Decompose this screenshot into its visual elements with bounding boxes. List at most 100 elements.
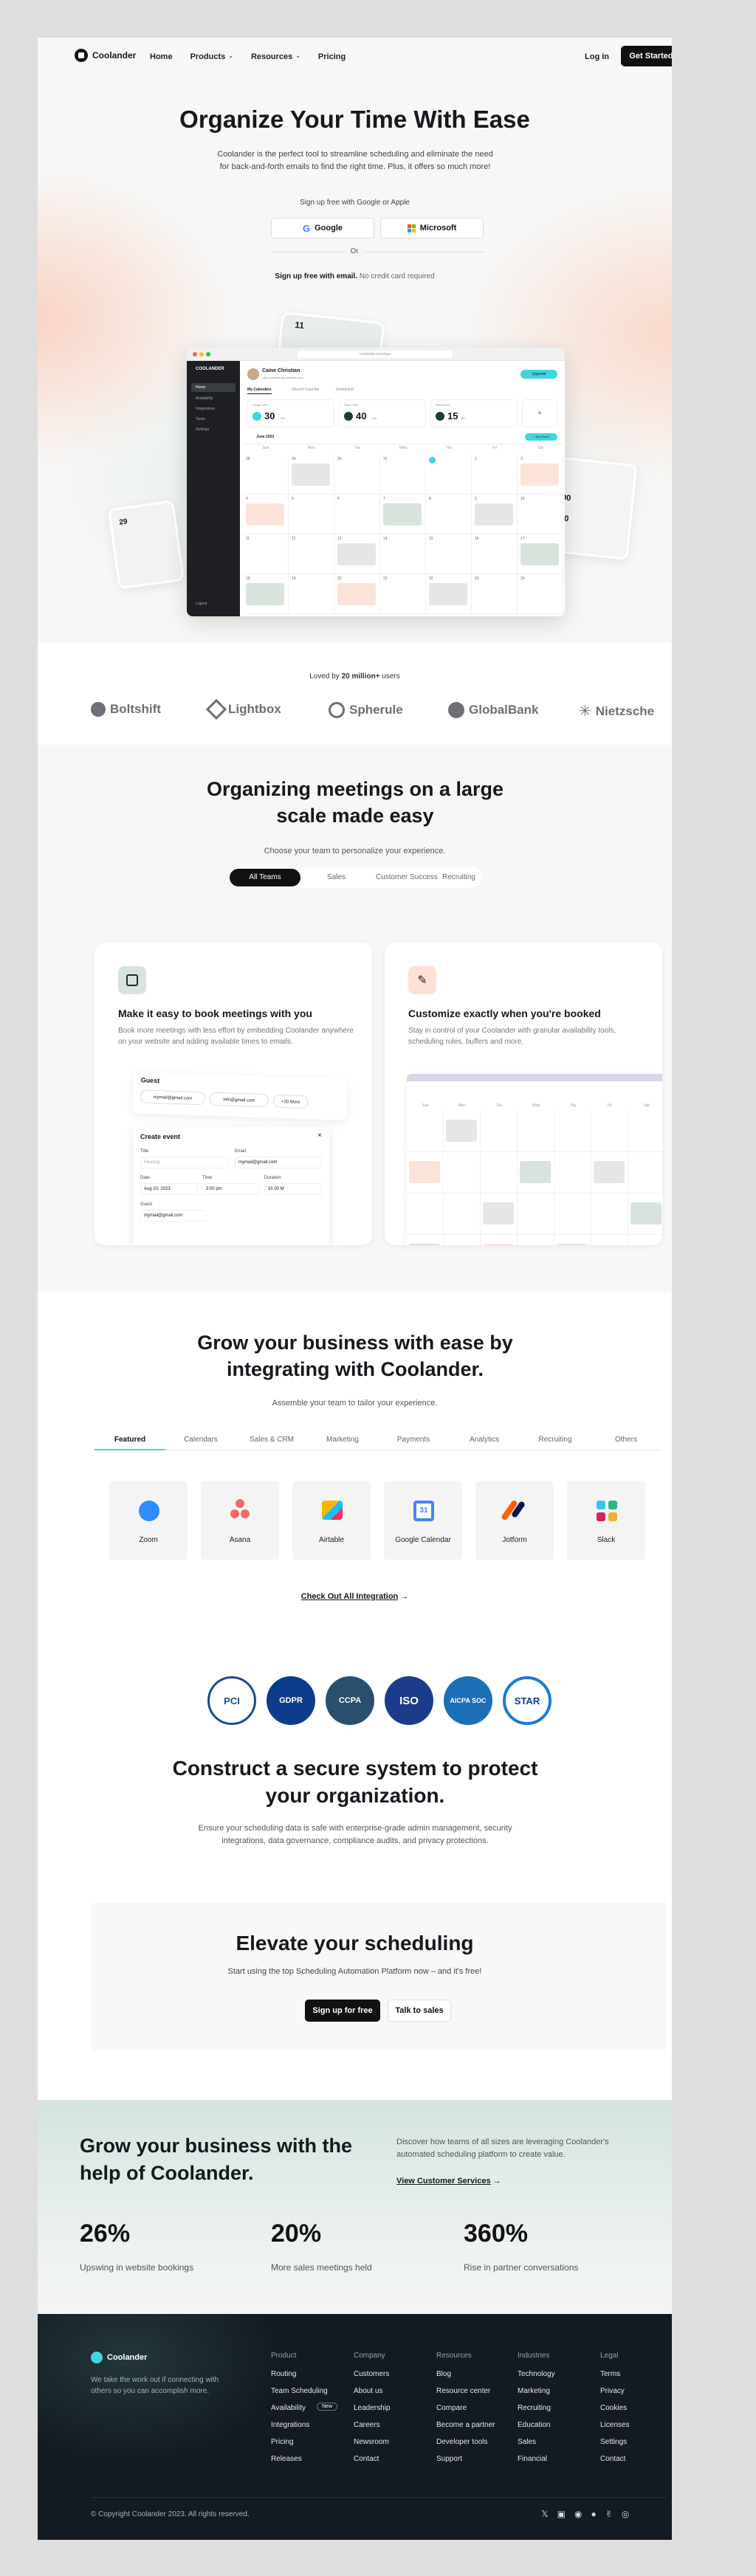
tab-analytics[interactable]: Analytics xyxy=(449,1436,520,1444)
footer-link[interactable]: Recruiting xyxy=(518,2404,551,2412)
duration-field[interactable]: 1h 00 M xyxy=(264,1183,322,1195)
login-link[interactable]: Log in xyxy=(585,52,609,61)
calendar-cell[interactable] xyxy=(481,1152,518,1194)
integration-zoom[interactable]: Zoom xyxy=(109,1481,188,1560)
calendar-cell[interactable] xyxy=(407,1111,444,1152)
calendar-event[interactable] xyxy=(429,583,467,605)
calendar-cell[interactable] xyxy=(518,1111,554,1152)
integration-google-calendar[interactable]: 31 Google Calendar xyxy=(384,1481,462,1560)
url-bar[interactable]: coolander.com/app xyxy=(298,351,453,358)
nav-products-link[interactable]: Products xyxy=(190,52,226,61)
calendar-cell[interactable]: 23 xyxy=(472,574,518,614)
microsoft-signup-button[interactable]: Microsoft xyxy=(380,218,484,238)
sidebar-item-tasks[interactable]: Tasks xyxy=(196,417,205,421)
footer-link[interactable]: Resource center xyxy=(436,2387,490,2395)
calendar-cell[interactable]: 13 xyxy=(334,534,380,574)
tab-sales-crm[interactable]: Sales & CRM xyxy=(236,1436,307,1444)
sidebar-item-availability[interactable]: Availability xyxy=(196,396,213,401)
calendar-cell[interactable] xyxy=(554,1194,591,1235)
calendar-cell[interactable] xyxy=(481,1111,518,1152)
calendar-cell[interactable]: 22 xyxy=(426,574,472,614)
email-signup-link[interactable]: Sign up free with email. xyxy=(275,272,357,280)
calendar-event[interactable] xyxy=(483,1202,514,1225)
tab-calendars[interactable]: Calendars xyxy=(165,1436,236,1444)
calendar-cell[interactable]: 12 xyxy=(289,534,334,574)
calendar-event[interactable] xyxy=(246,503,284,526)
tab-shared-calendar[interactable]: Shared Calendar xyxy=(292,388,320,392)
footer-link[interactable]: Terms xyxy=(600,2370,620,2378)
footer-brand[interactable]: Coolander xyxy=(91,2352,147,2363)
footer-link[interactable]: Pricing xyxy=(271,2438,294,2446)
nav-resources-link[interactable]: Resources xyxy=(251,52,292,61)
calendar-cell[interactable]: 19 xyxy=(289,574,334,614)
date-field[interactable]: Aug 20, 2023 xyxy=(140,1183,198,1195)
sidebar-item-integrations[interactable]: Integrations xyxy=(196,407,215,411)
footer-link[interactable]: Marketing xyxy=(518,2387,550,2395)
calendar-event[interactable] xyxy=(446,1120,477,1142)
tab-my-calendars[interactable]: My Calendars xyxy=(247,388,272,394)
footer-link[interactable]: Integrations xyxy=(271,2421,309,2429)
google-signup-button[interactable]: G Google xyxy=(271,218,374,238)
calendar-cell[interactable]: 3 xyxy=(518,455,563,495)
calendar-event[interactable] xyxy=(337,543,376,565)
calendar-cell[interactable]: 24 xyxy=(518,574,563,614)
cta-talk-to-sales-button[interactable]: Talk to sales xyxy=(388,2000,451,2022)
time-field[interactable]: 3:00 pm xyxy=(202,1183,260,1195)
close-icon[interactable]: × xyxy=(317,1132,322,1140)
calendar-cell[interactable] xyxy=(628,1111,662,1152)
calendar-cell[interactable] xyxy=(591,1235,628,1245)
footer-link[interactable]: Financial xyxy=(518,2455,547,2463)
add-event-button[interactable]: + Add Event xyxy=(525,433,557,441)
tab-all-teams[interactable]: All Teams xyxy=(230,869,300,886)
calendar-cell[interactable]: 29 xyxy=(289,455,334,495)
calendar-cell[interactable] xyxy=(628,1235,662,1245)
calendar-cell[interactable]: 7 xyxy=(380,495,426,534)
window-min-dot[interactable] xyxy=(199,352,204,357)
calendar-cell[interactable] xyxy=(554,1152,591,1194)
calendar-cell[interactable]: 18 xyxy=(243,574,289,614)
calendar-cell[interactable] xyxy=(407,1235,444,1245)
calendar-event[interactable] xyxy=(409,1161,440,1183)
calendar-cell[interactable]: 11 xyxy=(243,534,289,574)
footer-link[interactable]: Licenses xyxy=(600,2421,629,2429)
calendar-cell[interactable] xyxy=(481,1194,518,1235)
sidebar-item-settings[interactable]: Settings xyxy=(196,427,209,432)
integration-airtable[interactable]: Airtable xyxy=(292,1481,371,1560)
integration-jotform[interactable]: Jotform xyxy=(475,1481,554,1560)
guest-chip[interactable]: mymail@gmail.com xyxy=(140,1089,206,1106)
calendar-cell[interactable] xyxy=(518,1152,554,1194)
brand-logo[interactable]: Coolander xyxy=(75,49,136,62)
calendar-cell[interactable]: 14 xyxy=(380,534,426,574)
window-close-dot[interactable] xyxy=(193,352,197,357)
tab-payments[interactable]: Payments xyxy=(378,1436,449,1444)
calendar-event[interactable] xyxy=(292,464,330,486)
dribbble-icon[interactable]: ◎ xyxy=(622,2509,629,2519)
cta-signup-button[interactable]: Sign up for free xyxy=(305,2000,380,2022)
calendar-cell[interactable] xyxy=(554,1111,591,1152)
calendar-cell[interactable] xyxy=(518,1194,554,1235)
calendar-cell[interactable] xyxy=(444,1194,481,1235)
footer-link[interactable]: Privacy xyxy=(600,2387,625,2395)
calendar-cell[interactable] xyxy=(591,1152,628,1194)
calendar-cell[interactable] xyxy=(444,1235,481,1245)
window-max-dot[interactable] xyxy=(206,352,210,357)
calendar-event[interactable] xyxy=(630,1202,662,1225)
footer-link[interactable]: About us xyxy=(354,2387,382,2395)
footer-link[interactable]: Technology xyxy=(518,2370,555,2378)
footer-link[interactable]: Routing xyxy=(271,2370,296,2378)
footer-link[interactable]: Cookies xyxy=(600,2404,627,2412)
twitter-icon[interactable]: 𝕏 xyxy=(541,2509,549,2519)
calendar-event[interactable] xyxy=(246,583,284,605)
nav-home-link[interactable]: Home xyxy=(150,52,173,61)
calendar-cell[interactable] xyxy=(628,1152,662,1194)
upgrade-button[interactable]: Upgrade xyxy=(520,370,557,379)
footer-link[interactable]: Availability xyxy=(271,2404,306,2412)
calendar-cell[interactable]: 15 xyxy=(426,534,472,574)
footer-link[interactable]: Leadership xyxy=(354,2404,390,2412)
footer-link[interactable]: Developer tools xyxy=(436,2438,487,2446)
github-icon[interactable]: ● xyxy=(591,2509,597,2519)
tab-customer-success[interactable]: Customer Success xyxy=(376,873,438,881)
facebook-icon[interactable]: ◉ xyxy=(574,2509,582,2519)
calendar-cell[interactable] xyxy=(444,1111,481,1152)
footer-link[interactable]: Newsroom xyxy=(354,2438,389,2446)
